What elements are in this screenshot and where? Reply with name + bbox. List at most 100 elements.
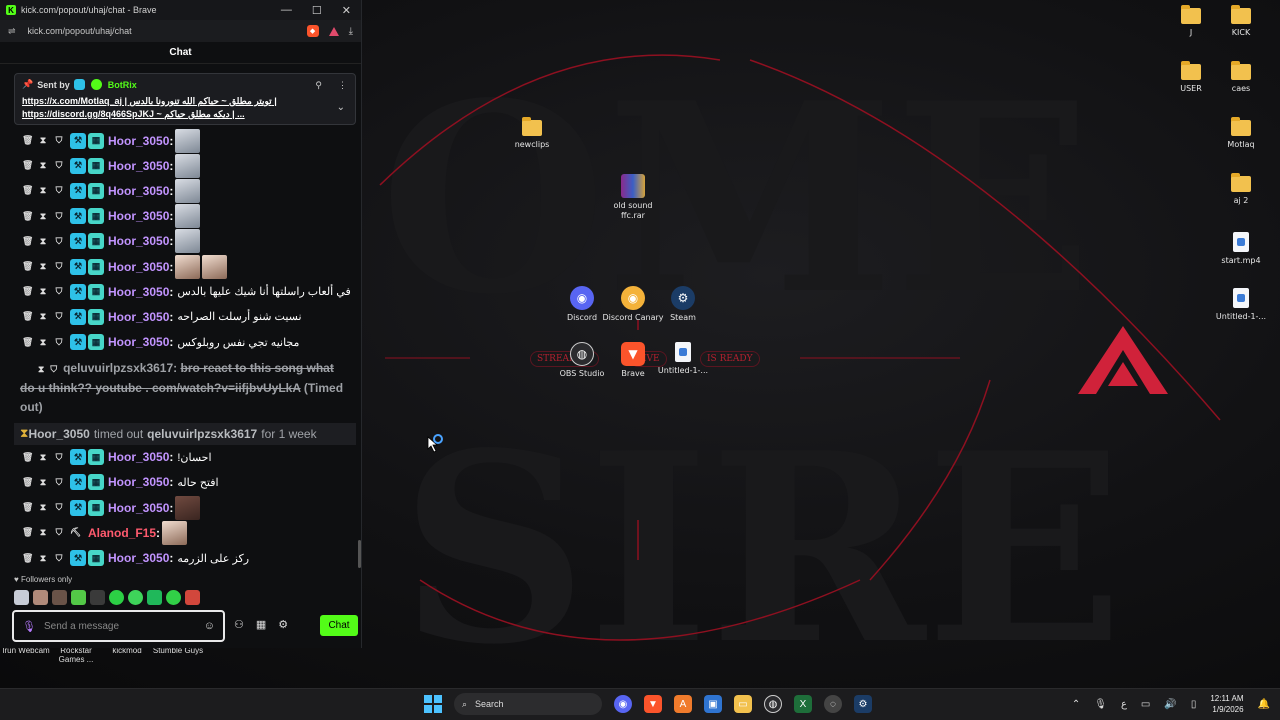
more-options-icon[interactable]: ⋮ [338, 80, 347, 91]
desktop-icon-motlaq[interactable]: Motlaq [1210, 117, 1272, 150]
quick-emote[interactable] [128, 590, 143, 605]
chat-username[interactable]: Hoor_3050 [108, 234, 169, 248]
chat-username[interactable]: Hoor_3050 [108, 134, 169, 148]
taskbar-brave-icon[interactable]: ▼ [644, 695, 662, 713]
timeout-icon[interactable]: ⧗ [38, 527, 48, 538]
pinned-link-discord[interactable]: https://discord.gg/8q466SpJKJ ~ ديكه مطل… [22, 108, 322, 121]
delete-icon[interactable]: 🗑 [22, 477, 33, 488]
delete-icon[interactable]: 🗑 [22, 286, 33, 297]
emoji-icon[interactable]: ☺ [204, 620, 215, 632]
quick-emote[interactable] [185, 590, 200, 605]
url-text[interactable]: kick.com/popout/uhaj/chat [28, 26, 132, 36]
quick-emote[interactable] [33, 590, 48, 605]
chat-username[interactable]: Hoor_3050 [108, 310, 169, 324]
ban-shield-icon[interactable]: ⛉ [54, 261, 64, 272]
chat-emote[interactable] [202, 254, 228, 279]
timeout-icon[interactable]: ⧗ [38, 502, 48, 513]
timeout-icon[interactable]: ⧗ [38, 211, 48, 222]
volume-icon[interactable]: 🔊 [1164, 699, 1176, 710]
chat-username[interactable]: Hoor_3050 [108, 551, 169, 565]
pinned-link-x[interactable]: https://x.com/Motlaq_aj | تويتر مطلق ~ ح… [22, 95, 322, 108]
chat-username[interactable]: Hoor_3050 [108, 450, 169, 464]
taskbar-app-icon[interactable]: A [674, 695, 692, 713]
taskbar-discord-icon[interactable]: ◉ [614, 695, 632, 713]
chevron-down-icon[interactable]: ⌄ [337, 102, 345, 113]
desktop-icon-rockstar[interactable]: Rockstar Games ... [50, 646, 102, 664]
taskbar-search[interactable]: ⌕ Search [454, 693, 602, 715]
delete-icon[interactable]: 🗑 [22, 185, 33, 196]
timeout-icon[interactable]: ⧗ [38, 261, 48, 272]
chat-emote[interactable] [175, 229, 201, 254]
moderator-name[interactable]: Hoor_3050 [28, 427, 89, 441]
delete-icon[interactable]: 🗑 [22, 502, 33, 513]
ban-shield-icon[interactable]: ⛉ [54, 236, 64, 247]
chat-username[interactable]: Hoor_3050 [108, 209, 169, 223]
taskbar-steam-icon[interactable]: ⚙ [854, 695, 872, 713]
chat-emote[interactable] [175, 495, 201, 520]
chat-username[interactable]: Hoor_3050 [108, 260, 169, 274]
start-button[interactable] [424, 695, 442, 713]
address-bar[interactable]: ⇌ kick.com/popout/uhaj/chat ◆ ⤓ [0, 20, 361, 42]
message-input[interactable] [43, 620, 204, 632]
delete-icon[interactable]: 🗑 [22, 160, 33, 171]
taskbar-obs-icon[interactable]: ◍ [764, 695, 782, 713]
ban-shield-icon[interactable]: ⛉ [54, 160, 64, 171]
delete-icon[interactable]: 🗑 [22, 261, 33, 272]
chat-emote[interactable] [175, 204, 201, 229]
chat-emote[interactable] [175, 254, 201, 279]
quick-emote[interactable] [52, 590, 67, 605]
brave-rewards-icon[interactable] [328, 26, 339, 36]
site-settings-icon[interactable]: ⇌ [8, 26, 16, 37]
ban-shield-icon[interactable]: ⛉ [54, 135, 64, 146]
desktop-icon-aj2[interactable]: aj 2 [1210, 173, 1272, 206]
timeout-icon[interactable]: ⧗ [38, 553, 48, 564]
chat-username[interactable]: Hoor_3050 [108, 501, 169, 515]
maximize-button[interactable]: ☐ [312, 4, 322, 17]
chat-username[interactable]: Hoor_3050 [108, 159, 169, 173]
ban-shield-icon[interactable]: ⛉ [50, 364, 57, 374]
timeout-icon[interactable]: ⧗ [38, 337, 48, 348]
quick-emote[interactable] [90, 590, 105, 605]
delete-icon[interactable]: 🗑 [22, 311, 33, 322]
gift-icon[interactable]: ▦ [256, 618, 266, 631]
clock[interactable]: 12:11 AM 1/9/2026 [1210, 693, 1243, 715]
timeout-icon[interactable]: ⧗ [38, 452, 48, 463]
send-chat-button[interactable]: Chat [320, 615, 358, 636]
chevron-up-icon[interactable]: ⌃ [1072, 699, 1080, 710]
chat-scrollbar[interactable] [358, 540, 361, 568]
chat-username[interactable]: Alanod_F15 [88, 526, 156, 540]
timeout-icon[interactable]: ⧗ [38, 311, 48, 322]
desktop-icon-untitled-2[interactable]: Untitled-1-... [652, 342, 714, 376]
delete-icon[interactable]: 🗑 [22, 337, 33, 348]
microphone-icon[interactable]: 🎙 [22, 620, 36, 633]
quick-emote[interactable] [14, 590, 29, 605]
timeout-icon[interactable]: ⧗ [38, 286, 48, 297]
chat-username[interactable]: Hoor_3050 [108, 475, 169, 489]
desktop-icon-old-sound[interactable]: old sound ffc.rar [602, 174, 664, 221]
notification-icon[interactable]: 🔔 [1258, 699, 1270, 710]
timeout-icon[interactable]: ⧗ [38, 135, 48, 146]
ban-shield-icon[interactable]: ⛉ [54, 452, 64, 463]
ban-shield-icon[interactable]: ⛉ [54, 286, 64, 297]
timeout-icon[interactable]: ⧗ [38, 477, 48, 488]
chat-username[interactable]: Hoor_3050 [108, 184, 169, 198]
ban-shield-icon[interactable]: ⛉ [54, 553, 64, 564]
chat-username[interactable]: Hoor_3050 [108, 285, 169, 299]
quick-emote[interactable] [166, 590, 181, 605]
quick-emote[interactable] [71, 590, 86, 605]
ban-shield-icon[interactable]: ⛉ [54, 185, 64, 196]
quick-emote[interactable] [147, 590, 162, 605]
chat-emote[interactable] [175, 128, 201, 153]
ban-shield-icon[interactable]: ⛉ [54, 311, 64, 322]
delete-icon[interactable]: 🗑 [22, 236, 33, 247]
microphone-icon[interactable]: 🎙 [1094, 699, 1107, 710]
taskbar-file-explorer-icon[interactable]: ▭ [734, 695, 752, 713]
window-titlebar[interactable]: K kick.com/popout/uhaj/chat - Brave — ☐ … [0, 0, 361, 20]
taskbar-app-icon[interactable]: ◌ [824, 695, 842, 713]
ban-shield-icon[interactable]: ⛉ [54, 477, 64, 488]
desktop-icon-caes[interactable]: caes [1210, 61, 1272, 94]
ban-shield-icon[interactable]: ⛉ [54, 527, 64, 538]
timeout-icon[interactable]: ⧗ [38, 160, 48, 171]
delete-icon[interactable]: 🗑 [22, 527, 33, 538]
settings-icon[interactable]: ⚙ [278, 618, 288, 631]
